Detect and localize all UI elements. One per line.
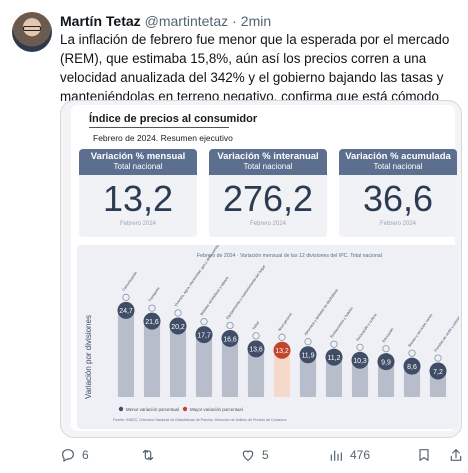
bar xyxy=(169,326,187,397)
card-subtitle: Total nacional xyxy=(373,162,423,171)
category-label: Recreación y cultura xyxy=(356,313,378,342)
bar xyxy=(143,322,161,397)
data-label: 13,6 xyxy=(249,347,263,354)
reply-icon xyxy=(62,449,74,463)
share-icon xyxy=(450,449,462,461)
card-footer: Febrero 2024 xyxy=(379,221,417,227)
category-icon xyxy=(252,332,260,340)
card-footer: Febrero 2024 xyxy=(119,221,157,227)
category-icon xyxy=(408,349,416,357)
data-label: 10,3 xyxy=(353,358,367,365)
tweet-header: Martín Tetaz @martintetaz · 2min xyxy=(60,12,271,30)
card-value: 13,2 xyxy=(102,178,174,219)
data-label: 11,2 xyxy=(327,355,340,362)
infographic-title: Índice de precios al consumidor xyxy=(89,113,258,125)
card-acumulada: Variación % acumulada Total nacional 36,6… xyxy=(339,149,457,237)
tweet: Martín Tetaz @martintetaz · 2min La infl… xyxy=(0,0,468,473)
legend-label: Menor variación porcentual xyxy=(126,407,179,412)
bookmark-icon xyxy=(419,449,429,461)
data-label: 17,7 xyxy=(197,332,211,339)
card-title: Variación % interanual xyxy=(217,151,319,162)
heart-icon xyxy=(242,450,254,462)
data-label: 7,2 xyxy=(433,369,443,376)
chart-source: Fuente: INDEC, Dirección Nacional de Est… xyxy=(113,418,287,422)
card-subtitle: Total nacional xyxy=(113,162,163,171)
data-label: 13,2 xyxy=(275,348,289,355)
category-label: Comunicación xyxy=(122,271,138,292)
legend-swatch xyxy=(182,406,188,412)
data-label: 16,6 xyxy=(223,336,237,343)
y-axis-label: Variación por divisiones xyxy=(84,315,93,399)
category-label: Equipamiento y mantenimiento del hogar xyxy=(226,264,267,320)
category-label: Bebidas alcohólicas y tabaco xyxy=(200,276,230,316)
bar xyxy=(195,335,213,397)
category-icon xyxy=(174,309,182,317)
reply-button[interactable]: 6 xyxy=(60,447,89,463)
data-label: 24,7 xyxy=(119,308,133,315)
data-label: 11,9 xyxy=(301,353,314,360)
card-interanual: Variación % interanual Total nacional 276… xyxy=(209,149,327,237)
views-button[interactable]: 476 xyxy=(328,447,370,463)
category-label: Transporte xyxy=(148,286,161,302)
category-icon xyxy=(278,333,286,341)
card-title: Variación % mensual xyxy=(90,151,186,162)
bar xyxy=(117,311,135,397)
category-label: Bienes y servicios varios xyxy=(408,313,434,348)
views-icon xyxy=(330,450,342,461)
category-icon xyxy=(434,354,442,362)
bookmark-button[interactable] xyxy=(416,447,432,463)
data-label: 9,9 xyxy=(381,359,391,366)
infographic-subtitle: Febrero de 2024. Resumen ejecutivo xyxy=(93,133,233,143)
bar xyxy=(221,339,239,397)
timestamp[interactable]: 2min xyxy=(241,13,271,29)
category-label: Salud xyxy=(252,321,261,331)
tweet-media-image[interactable]: Índice de precios al consumidor Febrero … xyxy=(60,100,462,438)
card-title: Variación % acumulada xyxy=(345,151,451,162)
card-footer: Febrero 2024 xyxy=(249,221,287,227)
like-button[interactable]: 5 xyxy=(240,447,269,463)
retweet-button[interactable] xyxy=(140,447,162,463)
data-label: 20,2 xyxy=(171,324,185,331)
legend-label: Mayor variación porcentual xyxy=(190,407,243,412)
author-name[interactable]: Martín Tetaz xyxy=(60,13,141,29)
category-label: Prendas de vestir y calzado xyxy=(434,314,459,352)
action-bar: 6 5 476 xyxy=(60,447,462,465)
views-count: 476 xyxy=(350,448,371,462)
category-icon xyxy=(148,304,156,312)
data-label: 21,6 xyxy=(145,319,159,326)
reply-count: 6 xyxy=(82,448,89,462)
division-chart: Febrero de 2024 · Variación mensual de l… xyxy=(77,245,459,429)
share-button[interactable] xyxy=(448,447,464,463)
category-icon xyxy=(330,340,338,348)
avatar[interactable] xyxy=(12,12,52,52)
category-icon xyxy=(382,345,390,353)
category-icon xyxy=(304,338,312,346)
card-subtitle: Total nacional xyxy=(243,162,293,171)
chart-title: Febrero de 2024 · Variación mensual de l… xyxy=(197,253,382,259)
separator-dot: · xyxy=(232,13,237,29)
title-divider xyxy=(89,127,229,128)
retweet-icon xyxy=(142,449,154,461)
infographic: Índice de precios al consumidor Febrero … xyxy=(71,105,459,431)
category-label: Nivel general xyxy=(278,312,293,332)
category-icon xyxy=(200,318,208,326)
card-value: 276,2 xyxy=(222,178,314,219)
category-icon xyxy=(356,343,364,351)
card-value: 36,6 xyxy=(362,178,434,219)
data-label: 8,6 xyxy=(407,364,417,371)
category-label: Restaurantes y hoteles xyxy=(330,306,354,339)
category-icon xyxy=(122,293,130,301)
legend-swatch xyxy=(118,406,124,412)
division-chart-svg: Febrero de 2024 · Variación mensual de l… xyxy=(84,245,459,422)
like-count: 5 xyxy=(262,448,269,462)
category-icon xyxy=(226,321,234,330)
category-label: Educación xyxy=(382,327,395,343)
card-mensual: Variación % mensual Total nacional 13,2 F… xyxy=(79,149,197,237)
author-handle[interactable]: @martintetaz xyxy=(145,13,228,29)
